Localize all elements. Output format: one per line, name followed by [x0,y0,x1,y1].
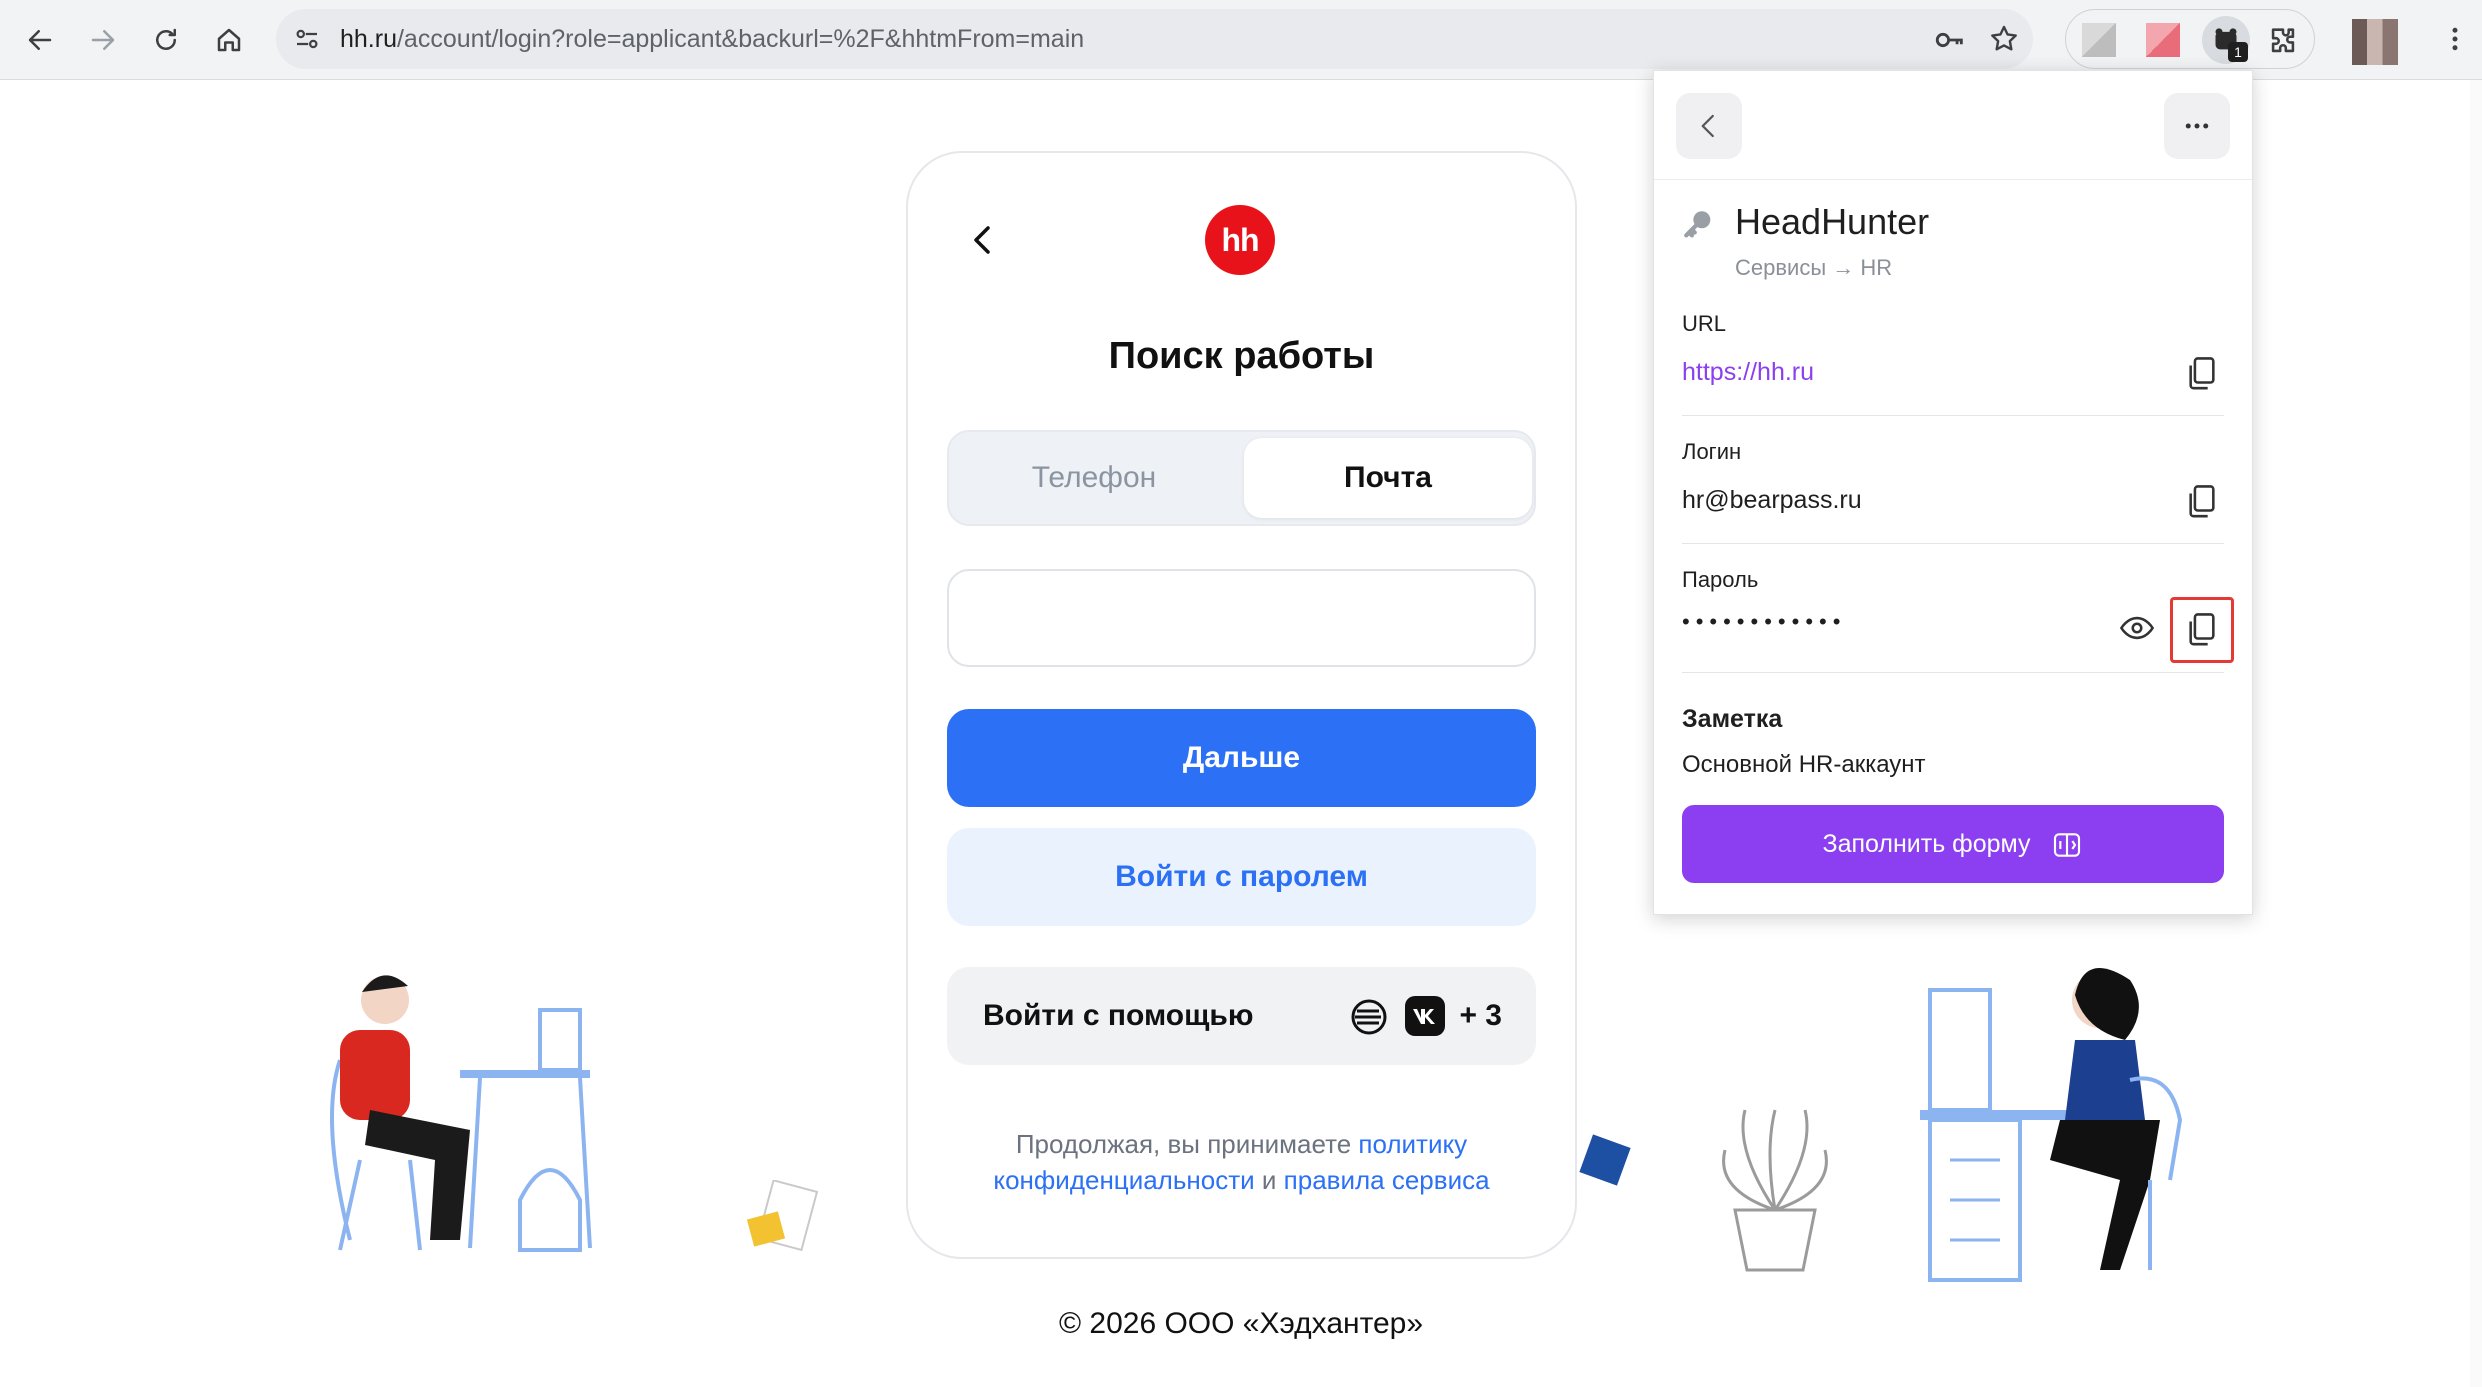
more-vertical-icon[interactable] [2440,24,2470,54]
bookmark-star-icon[interactable] [1988,23,2020,55]
social-login-button[interactable]: Войти с помощью + 3 [947,967,1536,1065]
divider [1682,672,2224,673]
extension-badge: 1 [2228,42,2248,62]
social-login-label: Войти с помощью [983,999,1254,1032]
login-with-password-button[interactable]: Войти с паролем [947,828,1536,926]
puzzle-extensions-icon[interactable] [2266,24,2300,58]
terms-of-service-link[interactable]: правила сервиса [1284,1165,1490,1195]
man-at-desk-illustration [330,975,592,1252]
address-bar[interactable]: hh.ru/account/login?role=applicant&backu… [276,9,2033,69]
legal-prefix: Продолжая, вы принимаете [1015,1129,1352,1159]
hh-logo: hh [1205,205,1275,275]
url-host: hh.ru [340,25,397,53]
highlight-box [2170,597,2234,663]
home-icon [217,28,241,52]
forward-button[interactable] [77,14,129,66]
woman-at-desk-illustration [1920,968,2183,1282]
site-settings-icon[interactable] [292,24,322,54]
password-key-icon[interactable] [1933,23,1967,57]
scrollbar[interactable] [2470,80,2482,1387]
show-password-eye-icon[interactable] [2120,613,2154,643]
copy-url-icon[interactable] [2185,355,2219,393]
vk-logo-icon [1413,1009,1435,1024]
password-label: Пароль [1682,567,1759,592]
login-value: hr@bearpass.ru [1682,486,1862,514]
fill-form-label: Заполнить форму [1822,830,2031,858]
fill-form-button[interactable]: Заполнить форму [1682,805,2224,883]
password-manager-extension-button[interactable]: 1 [2202,16,2250,64]
chevron-left-icon [1701,114,1714,138]
login-label: Логин [1682,439,1742,464]
back-button[interactable] [14,14,66,66]
chevron-left-icon[interactable] [968,222,998,258]
popup-back-button[interactable] [1676,93,1742,159]
divider [1682,543,2224,544]
popup-more-button[interactable] [2164,93,2230,159]
potted-plant-illustration [1722,1109,1828,1272]
more-providers-count[interactable]: + 3 [1459,967,1502,1065]
email-field[interactable] [947,569,1536,667]
url-label: URL [1682,311,1727,336]
copyright-footer: © 2026 ООО «Хэдхантер» [1058,1307,1424,1340]
extensions-group: 1 [2065,9,2315,69]
url-path: /account/login?role=applicant&backurl=%2… [396,25,1085,53]
reload-button[interactable] [140,14,192,66]
profile-avatar[interactable] [2352,19,2398,65]
copy-login-icon[interactable] [2185,483,2219,521]
book-illustration [1579,1134,1631,1186]
tab-email[interactable]: Почта [1244,438,1532,518]
item-name: HeadHunter [1735,201,1930,242]
browser-toolbar: hh.ru/account/login?role=applicant&backu… [0,0,2482,80]
autofill-icon [2054,833,2081,858]
item-folder-path: Сервисы → HR [1735,255,1893,280]
sticky-note-illustration [746,1180,819,1252]
note-value: Основной HR-аккаунт [1682,751,1926,778]
divider [1682,415,2224,416]
blurred-extension-icon[interactable] [2146,23,2180,57]
sber-id-icon[interactable] [1349,997,1389,1037]
legal-text: Продолжая, вы принимаете политику конфид… [906,1126,1577,1198]
legal-conjunction: и [1261,1165,1277,1195]
reload-icon [156,28,176,50]
url-link[interactable]: https://hh.ru [1682,358,1814,387]
divider [1654,179,2252,180]
password-manager-popup: HeadHunter Сервисы → HR URL https://hh.r… [1653,70,2253,915]
key-icon [1684,211,1711,238]
home-button[interactable] [203,14,255,66]
login-method-toggle: Телефон Почта [947,430,1536,526]
arrow-left-icon [28,30,52,50]
login-card [906,151,1577,1259]
tab-phone[interactable]: Телефон [949,432,1239,524]
vk-icon[interactable] [1405,996,1445,1036]
arrow-right-icon [91,30,115,50]
note-label: Заметка [1682,705,1783,733]
more-horizontal-icon [2185,123,2209,129]
password-masked: •••••••••••• [1682,609,1847,634]
next-button[interactable]: Дальше [947,709,1536,807]
url-text: hh.ru/account/login?role=applicant&backu… [340,9,1084,69]
blurred-extension-icon[interactable] [2082,23,2116,57]
page-title: Поиск работы [1108,335,1375,377]
